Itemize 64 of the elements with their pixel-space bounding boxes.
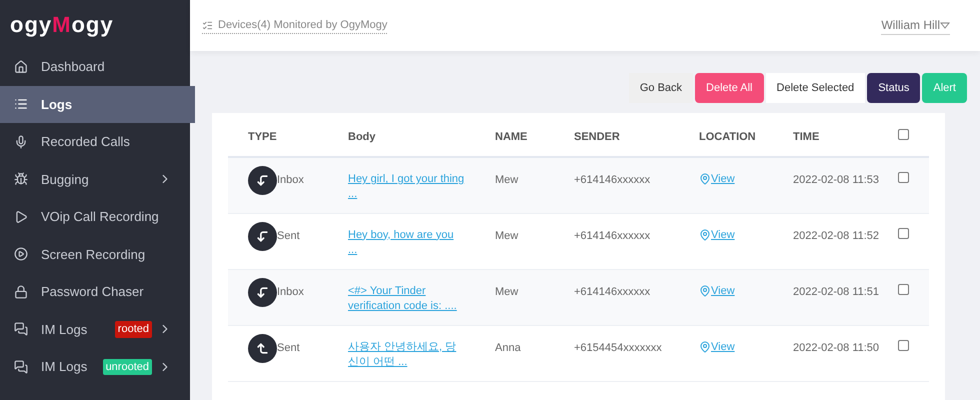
sidebar-item[interactable]: IM Logs unrooted — [0, 348, 190, 386]
action-button[interactable]: Status — [867, 73, 920, 103]
name-text: Mew — [495, 230, 518, 242]
sender-text: +614146xxxxxx — [574, 286, 650, 298]
devices-link[interactable]: Devices(4) Monitored by OgyMogy — [202, 16, 388, 34]
sidebar-item[interactable]: Dashboard — [0, 48, 190, 86]
message-direction-icon — [248, 334, 277, 362]
checkbox[interactable] — [898, 284, 909, 294]
bug-icon — [14, 172, 28, 186]
type-text: Sent — [277, 228, 300, 244]
sidebar-item[interactable]: IM Logs rooted — [0, 310, 190, 348]
sidebar-item[interactable]: Recorded Calls — [0, 123, 190, 160]
location-pin-icon — [699, 284, 711, 297]
column-header: SENDER — [574, 119, 699, 157]
list-icon — [202, 20, 213, 30]
time-text: 2022-02-08 11:50 — [793, 342, 880, 354]
message-direction-icon — [248, 278, 277, 306]
checkbox[interactable] — [898, 129, 909, 140]
sidebar-item[interactable]: VOip Call Recording — [0, 198, 190, 236]
play-icon — [14, 210, 28, 224]
time-text: 2022-02-08 11:51 — [793, 286, 880, 298]
checkbox[interactable] — [898, 172, 909, 183]
status-badge: rooted — [114, 321, 152, 338]
checkbox[interactable] — [898, 228, 909, 238]
action-button[interactable]: Go Back — [628, 73, 694, 103]
time-text: 2022-02-08 11:53 — [793, 174, 880, 186]
play-circle-icon — [14, 247, 28, 262]
location-pin-icon — [699, 173, 711, 186]
status-badge: unrooted — [102, 358, 152, 375]
sender-text: +6154454xxxxxxx — [574, 342, 662, 354]
chat-icon — [14, 322, 28, 336]
caret-icon — [940, 22, 950, 28]
message-direction-icon — [248, 222, 277, 250]
logo: ogyMogy — [10, 10, 114, 39]
type-text: Inbox — [277, 284, 304, 300]
time-text: 2022-02-08 11:52 — [793, 230, 880, 242]
sidebar-item[interactable]: Screen Recording — [0, 236, 190, 273]
home-icon — [14, 60, 28, 74]
column-header: NAME — [495, 119, 574, 157]
location-pin-icon — [699, 228, 711, 241]
list-icon — [14, 97, 28, 112]
sidebar-item[interactable]: Bugging — [0, 160, 190, 198]
column-header: TIME — [793, 119, 893, 157]
column-header: LOCATION — [699, 119, 793, 157]
type-text: Inbox — [277, 173, 304, 188]
user-menu[interactable]: William Hill — [881, 16, 950, 35]
sender-text: +614146xxxxxx — [574, 174, 650, 186]
action-button[interactable]: Delete All — [695, 73, 764, 103]
chat-icon — [14, 360, 28, 374]
action-button[interactable]: Delete Selected — [766, 73, 866, 103]
message-direction-icon — [248, 166, 277, 195]
name-text: Anna — [495, 342, 521, 354]
type-text: Sent — [277, 340, 300, 356]
column-header: TYPE — [228, 119, 348, 157]
checkbox[interactable] — [898, 340, 909, 350]
lock-icon — [14, 284, 28, 299]
sender-text: +614146xxxxxx — [574, 230, 650, 242]
column-header: Body — [348, 119, 495, 157]
name-text: Mew — [495, 286, 518, 298]
sidebar-item[interactable]: Logs — [0, 86, 195, 123]
sidebar-item[interactable]: Password Chaser — [0, 273, 190, 310]
name-text: Mew — [495, 174, 518, 186]
location-pin-icon — [699, 340, 711, 353]
microphone-icon — [14, 134, 28, 149]
